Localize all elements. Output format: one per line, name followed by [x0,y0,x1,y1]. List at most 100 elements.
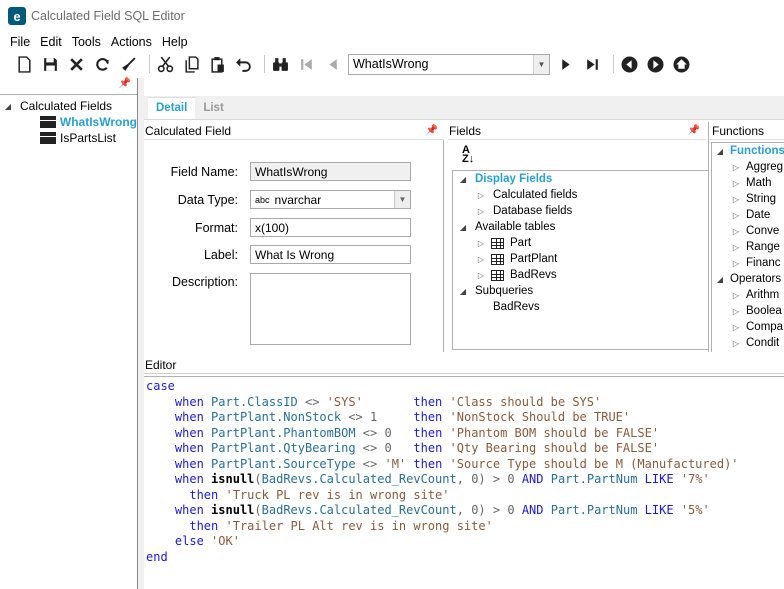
first-record-button[interactable] [296,54,316,74]
back-button[interactable] [619,54,639,74]
editor-header: Editor [144,356,784,374]
chevron-right-icon[interactable]: ▷ [730,339,742,348]
functions-node[interactable]: ◢ Functions [712,143,784,159]
function-category[interactable]: ▷ Math [712,175,784,191]
sql-editor[interactable]: case when Part.ClassID <> 'SYS' then 'Cl… [144,376,784,589]
chevron-right-icon[interactable]: ▷ [475,271,487,280]
database-fields-node[interactable]: ▷ Database fields [453,203,708,219]
editor-line: else 'OK' [174,534,240,548]
next-record-button[interactable] [556,54,576,74]
delete-button[interactable] [66,54,86,74]
operator-category[interactable]: ▷ Condit [712,335,784,351]
functions-label: Functions [730,145,784,157]
chevron-right-icon[interactable]: ▷ [730,323,742,332]
menu-file[interactable]: File [10,35,30,49]
new-button[interactable] [14,54,34,74]
panel-title: Functions [712,123,765,138]
function-category[interactable]: ▷ Range [712,239,784,255]
chevron-right-icon[interactable]: ▷ [475,191,487,200]
pin-icon[interactable]: 📌 [426,125,438,136]
chevron-open-icon[interactable]: ◢ [714,275,726,284]
tree-root[interactable]: ◢ Calculated Fields [0,98,137,114]
chevron-right-icon[interactable]: ▷ [730,163,742,172]
chevron-right-icon[interactable]: ▷ [730,243,742,252]
chevron-right-icon[interactable]: ▷ [730,179,742,188]
description-textarea[interactable] [250,273,411,345]
field-name-input[interactable]: WhatIsWrong [250,162,411,181]
function-category[interactable]: ▷ String [712,191,784,207]
chevron-right-icon[interactable]: ▷ [475,207,487,216]
table-node-part[interactable]: ▷ Part [453,235,708,251]
subquery-node-badrevs[interactable]: BadRevs [453,299,708,315]
new-document-icon [17,55,31,73]
table-node-badrevs[interactable]: ▷ BadRevs [453,267,708,283]
table-node-partplant[interactable]: ▷ PartPlant [453,251,708,267]
table-grid-icon [491,253,504,265]
chevron-right-icon[interactable]: ▷ [730,259,742,268]
chevron-down-icon[interactable]: ▼ [533,54,549,74]
operator-category[interactable]: ▷ Arithm [712,287,784,303]
cut-button[interactable] [155,54,175,74]
available-tables-node[interactable]: ◢ Available tables [453,219,708,235]
menu-actions[interactable]: Actions [111,35,152,49]
last-record-button[interactable] [582,54,602,74]
data-type-row: Data Type: abc nvarchar ▼ [144,190,411,209]
chevron-open-icon[interactable]: ◢ [457,223,469,232]
label-input[interactable]: What Is Wrong [250,245,411,264]
operator-category[interactable]: ▷ Compa [712,319,784,335]
save-button[interactable] [40,54,60,74]
data-type-select[interactable]: abc nvarchar ▼ [250,190,411,209]
chevron-right-icon[interactable]: ▷ [730,227,742,236]
pin-icon[interactable]: 📌 [688,125,700,136]
clear-button[interactable] [118,54,138,74]
previous-record-button[interactable] [322,54,342,74]
table-field-icon [40,116,56,128]
chevron-right-icon[interactable]: ▷ [730,211,742,220]
forward-button[interactable] [645,54,665,74]
search-button[interactable] [270,54,290,74]
left-panel-header: 📌 [0,78,137,95]
function-category[interactable]: ▷ Aggreg [712,159,784,175]
tree-item-label: WhatIsWrong [59,115,137,129]
editor-title: Editor [145,357,177,372]
data-type-value: nvarchar [274,192,322,207]
chevron-right-icon[interactable]: ▷ [730,195,742,204]
display-fields-node[interactable]: ◢ Display Fields [453,171,708,187]
operator-category[interactable]: ▷ Boolea [712,303,784,319]
home-button[interactable] [671,54,691,74]
functions-tree: ◢ Functions ▷ Aggreg ▷ Math ▷ String ▷ Date … [711,142,784,352]
tab-list[interactable]: List [195,98,231,119]
menu-edit[interactable]: Edit [40,35,62,49]
chevron-open-icon[interactable]: ◢ [2,102,14,111]
menu-help[interactable]: Help [162,35,188,49]
function-category[interactable]: ▷ Financ [712,255,784,271]
field-name-row: Field Name: WhatIsWrong [144,162,411,181]
refresh-button[interactable] [92,54,112,74]
chevron-right-icon[interactable]: ▷ [475,255,487,264]
chevron-right-icon[interactable]: ▷ [730,291,742,300]
function-category[interactable]: ▷ Conve [712,223,784,239]
format-input[interactable]: x(100) [250,218,411,237]
operator-category-label: Compa [746,321,784,333]
chevron-open-icon[interactable]: ◢ [457,175,469,184]
record-selector[interactable]: WhatIsWrong ▼ [348,53,550,75]
chevron-down-icon[interactable]: ▼ [394,191,410,208]
calculated-fields-node[interactable]: ▷ Calculated fields [453,187,708,203]
chevron-open-icon[interactable]: ◢ [457,287,469,296]
tree-item-ispartslist[interactable]: IsPartsList [0,130,137,146]
copy-button[interactable] [181,54,201,74]
tree-item-whatiswrong[interactable]: WhatIsWrong [0,114,137,130]
function-category[interactable]: ▷ Date [712,207,784,223]
chevron-open-icon[interactable]: ◢ [714,147,726,156]
chevron-right-icon[interactable]: ▷ [475,239,487,248]
sort-az-icon[interactable]: A Z↓ [462,145,474,165]
menu-tools[interactable]: Tools [72,35,101,49]
operators-node[interactable]: ◢ Operators [712,271,784,287]
subqueries-node[interactable]: ◢ Subqueries [453,283,708,299]
tab-detail[interactable]: Detail [148,97,196,119]
pin-icon[interactable]: 📌 [119,78,131,94]
main-area: Detail List Calculated Field 📌 Field Nam… [144,78,784,589]
undo-button[interactable] [233,54,253,74]
paste-button[interactable] [207,54,227,74]
chevron-right-icon[interactable]: ▷ [730,307,742,316]
